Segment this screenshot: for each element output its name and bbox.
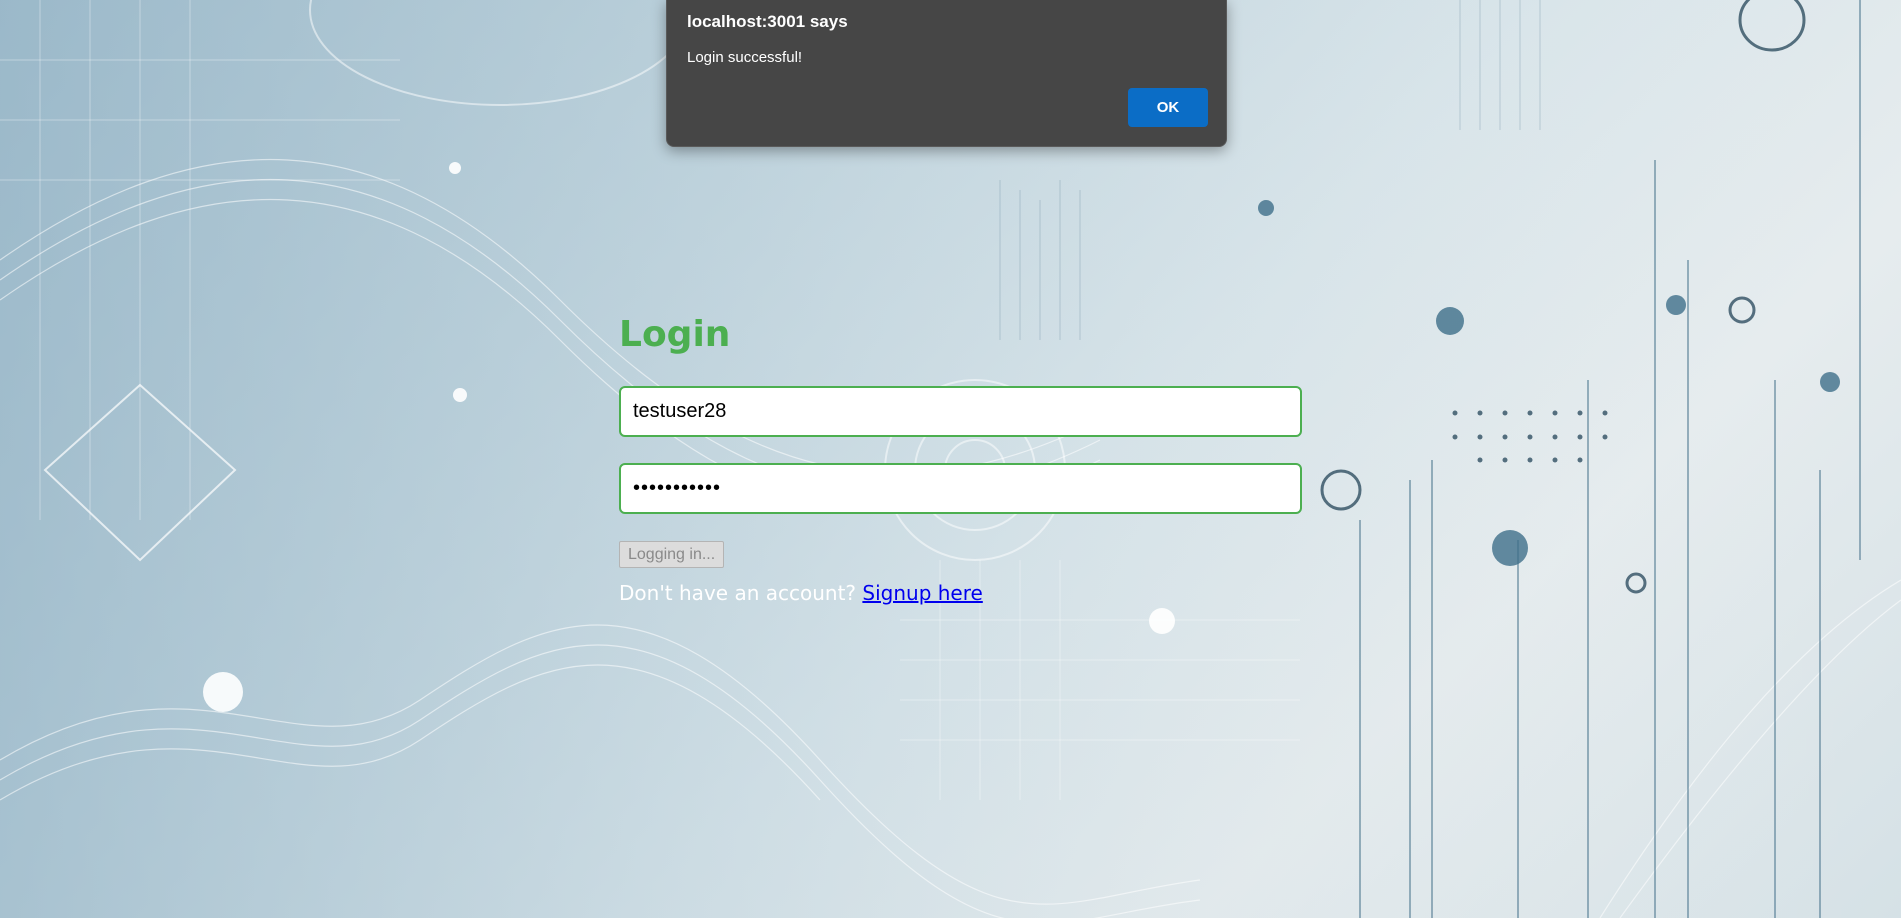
signup-prompt-text: Don't have an account? [619, 581, 857, 605]
username-input[interactable] [619, 386, 1302, 437]
alert-dialog: localhost:3001 says Login successful! OK [666, 0, 1227, 147]
password-input[interactable] [619, 463, 1302, 514]
login-title: Login [619, 314, 731, 355]
signup-link[interactable]: Signup here [862, 581, 982, 605]
login-form: Login Logging in... Don't have an accoun… [619, 305, 1302, 607]
alert-title: localhost:3001 says [687, 12, 848, 31]
login-button[interactable]: Logging in... [619, 541, 725, 568]
alert-message: Login successful! [687, 49, 803, 66]
alert-ok-button[interactable]: OK [1128, 88, 1208, 127]
signup-prompt-row: Don't have an account? Signup here [619, 579, 1302, 607]
